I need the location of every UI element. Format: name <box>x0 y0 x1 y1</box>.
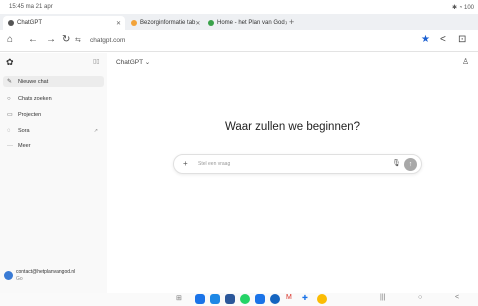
app-drawer-icon[interactable]: ⊞ <box>176 294 182 302</box>
new-tab-icon[interactable]: + <box>289 17 294 27</box>
share-icon[interactable]: < <box>440 34 446 45</box>
home-button-icon[interactable]: ○ <box>418 294 422 301</box>
more-icon: ··· <box>7 142 13 149</box>
back-button-icon[interactable]: < <box>455 294 459 301</box>
status-bar: 15:45 ma 21 apr ✱ ◔ 100 <box>0 0 478 14</box>
user-profile-icon[interactable]: ♙ <box>462 57 469 66</box>
site-settings-icon[interactable]: ⇆ <box>75 36 81 44</box>
address-bar: ⌂ ← → ↻ ⇆ chatgpt.com ★ < ⊡ <box>0 30 478 52</box>
tab-chatgpt[interactable]: ChatGPT ✕ <box>3 16 125 30</box>
back-icon[interactable]: ← <box>28 34 38 45</box>
attach-plus-icon[interactable]: + <box>183 159 188 168</box>
sidebar-item-label: Nieuwe chat <box>18 78 49 85</box>
openai-logo-icon[interactable]: ✿ <box>6 57 14 68</box>
prompt-input[interactable]: + Stel een vraag 🎙 ↑ <box>173 154 422 174</box>
tab-title: Home - het Plan van God <box>217 20 285 26</box>
search-icon: ○ <box>7 95 11 102</box>
chrome-app-icon[interactable] <box>317 294 327 304</box>
account-menu[interactable]: contact@hetplanvangod.nl Go <box>4 267 104 287</box>
tab-title: ChatGPT <box>17 20 43 26</box>
clock: 15:45 ma 21 apr <box>9 4 53 10</box>
sidebar-item-projects[interactable]: ▭ Projecten <box>3 109 104 120</box>
sidebar-item-more[interactable]: ··· Meer <box>3 140 104 151</box>
home-icon[interactable]: ⌂ <box>7 34 13 45</box>
sidebar: ✿ ▯▯ ✎ Nieuwe chat ○ Chats zoeken ▭ Proj… <box>0 53 107 293</box>
url-field[interactable]: chatgpt.com <box>90 37 125 44</box>
forward-icon[interactable]: → <box>46 34 56 45</box>
chatgpt-favicon-icon <box>8 20 14 26</box>
favicon-icon <box>131 20 137 26</box>
files-app-icon[interactable] <box>195 294 205 304</box>
sidebar-collapse-icon[interactable]: ▯▯ <box>93 58 100 65</box>
favicon-icon <box>208 20 214 26</box>
messages-app-icon[interactable] <box>270 294 280 304</box>
tab-strip: ChatGPT ✕ Bezorginformatie tab ✕ Home - … <box>0 14 478 30</box>
sidebar-item-label: Projecten <box>18 111 42 118</box>
model-selector[interactable]: ChatGPT ⌄ <box>116 58 150 66</box>
account-email: contact@hetplanvangod.nl <box>16 269 76 275</box>
reload-icon[interactable]: ↻ <box>62 34 70 45</box>
account-plan: Go <box>16 276 23 282</box>
sidebar-item-search-chats[interactable]: ○ Chats zoeken <box>3 93 104 104</box>
send-button[interactable]: ↑ <box>404 158 417 171</box>
sora-icon: ◌ <box>7 127 11 134</box>
close-tab-icon[interactable]: ✕ <box>285 20 287 27</box>
app-icon[interactable]: ✚ <box>302 294 308 302</box>
external-link-icon: ↗ <box>93 127 98 134</box>
page-title: Waar zullen we beginnen? <box>224 121 361 133</box>
tab-home[interactable]: Home - het Plan van God ✕ <box>203 16 287 30</box>
tab-bezorginformatie[interactable]: Bezorginformatie tab ✕ <box>126 16 202 30</box>
tab-title: Bezorginformatie tab <box>140 20 196 26</box>
prompt-placeholder: Stel een vraag <box>198 161 231 167</box>
close-tab-icon[interactable]: ✕ <box>195 20 202 27</box>
docs-app-icon[interactable] <box>255 294 265 304</box>
folder-icon: ▭ <box>7 112 13 118</box>
status-icons: ✱ ◔ 100 <box>452 5 474 11</box>
microphone-icon[interactable]: 🎙 <box>392 159 401 167</box>
sidebar-item-sora[interactable]: ◌ Sora ↗ <box>3 125 104 136</box>
close-tab-icon[interactable]: ✕ <box>116 20 125 27</box>
tabs-overview-icon[interactable]: ⊡ <box>458 34 466 45</box>
sidebar-item-new-chat[interactable]: ✎ Nieuwe chat <box>3 76 104 87</box>
gmail-app-icon[interactable]: M <box>286 294 292 301</box>
sidebar-item-label: Chats zoeken <box>18 95 52 102</box>
bookmark-star-icon[interactable]: ★ <box>421 34 430 45</box>
recents-button-icon[interactable]: ||| <box>380 294 385 301</box>
sidebar-item-label: Sora <box>18 127 30 134</box>
edit-icon: ✎ <box>7 79 13 85</box>
word-app-icon[interactable] <box>225 294 235 304</box>
sidebar-item-label: Meer <box>18 142 31 149</box>
system-taskbar: ⊞ M ✚ ||| ○ < <box>0 293 478 306</box>
calendar-app-icon[interactable] <box>210 294 220 304</box>
whatsapp-app-icon[interactable] <box>240 294 250 304</box>
avatar <box>4 271 13 280</box>
